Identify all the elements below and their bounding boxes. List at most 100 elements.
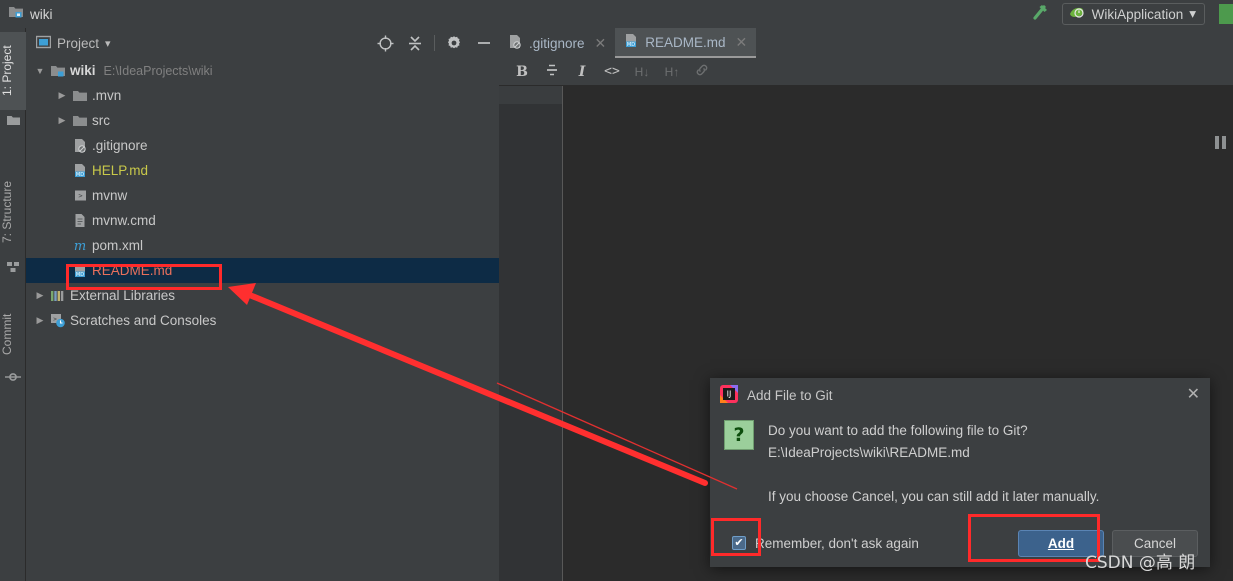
expand-arrow-icon[interactable]: ▼ bbox=[32, 66, 48, 76]
project-view-icon bbox=[35, 35, 52, 52]
strikethrough-icon[interactable] bbox=[542, 62, 562, 81]
run-icon[interactable] bbox=[1219, 4, 1233, 24]
run-configuration-name: WikiApplication bbox=[1091, 6, 1184, 22]
intellij-idea-icon: IJ bbox=[720, 384, 738, 406]
close-icon[interactable]: ✕ bbox=[595, 35, 607, 52]
select-opened-file-icon[interactable] bbox=[370, 28, 400, 58]
gitignore-file-icon bbox=[70, 138, 90, 153]
collapse-all-icon[interactable] bbox=[400, 28, 430, 58]
folder-icon bbox=[70, 89, 90, 103]
editor-tab-gitignore[interactable]: .gitignore ✕ bbox=[499, 28, 615, 58]
project-panel-title[interactable]: Project bbox=[57, 36, 99, 51]
add-button-label: Add bbox=[1047, 535, 1075, 551]
tree-row-gitignore[interactable]: .gitignore bbox=[26, 133, 499, 158]
dialog-message-line2: E:\IdeaProjects\wiki\README.md bbox=[768, 445, 970, 460]
sidebar-item-label: Commit bbox=[0, 313, 14, 355]
editor-current-line bbox=[499, 86, 562, 104]
svg-text:MD: MD bbox=[75, 172, 83, 178]
tree-row-mvn[interactable]: ▶ .mvn bbox=[26, 83, 499, 108]
markdown-toolbar: B I <> H↓ H↑ bbox=[499, 58, 1233, 86]
sidebar-item-project[interactable]: 1: Project bbox=[0, 32, 26, 110]
tree-label: mvnw bbox=[92, 188, 128, 203]
sidebar-item-structure[interactable]: 7: Structure bbox=[0, 166, 26, 258]
heading-decrease-icon[interactable]: H↓ bbox=[632, 65, 652, 79]
sidebar-item-commit[interactable]: Commit bbox=[0, 300, 26, 368]
tree-row-scratches-and-consoles[interactable]: ▶ > Scratches and Consoles bbox=[26, 308, 499, 333]
svg-text:m: m bbox=[74, 239, 86, 253]
hide-panel-icon[interactable] bbox=[469, 28, 499, 58]
window-title: wiki bbox=[30, 6, 53, 22]
title-bar: wiki WikiApplication ▾ bbox=[0, 0, 1233, 28]
folder-icon bbox=[70, 114, 90, 128]
remember-checkbox[interactable]: ✔ bbox=[732, 536, 746, 550]
svg-text:MD: MD bbox=[627, 42, 635, 48]
toolbar-divider bbox=[434, 35, 435, 51]
dialog-message: Do you want to add the following file to… bbox=[768, 420, 1099, 508]
code-icon[interactable]: <> bbox=[602, 64, 622, 79]
tree-label: .gitignore bbox=[92, 138, 148, 153]
tree-label: mvnw.cmd bbox=[92, 213, 156, 228]
editor-tab-label: .gitignore bbox=[529, 35, 585, 51]
shell-script-icon: > bbox=[70, 188, 90, 203]
settings-gear-icon[interactable] bbox=[439, 28, 469, 58]
chevron-down-icon[interactable]: ▾ bbox=[105, 37, 111, 50]
tree-row-wiki[interactable]: ▼ wiki E:\IdeaProjects\wiki bbox=[26, 58, 499, 83]
ide-window: wiki WikiApplication ▾ 1: Project 7: Str… bbox=[0, 0, 1233, 581]
heading-increase-icon[interactable]: H↑ bbox=[662, 65, 682, 79]
markdown-file-icon: MD bbox=[70, 263, 90, 278]
expand-arrow-icon[interactable]: ▶ bbox=[54, 90, 70, 101]
editor-tab-label: README.md bbox=[645, 34, 726, 50]
spring-boot-icon bbox=[1069, 5, 1086, 23]
commit-icon bbox=[0, 370, 26, 388]
external-libraries-icon bbox=[48, 289, 68, 303]
editor-tab-bar: .gitignore ✕ MD README.md ✕ bbox=[499, 28, 1233, 58]
hammer-icon[interactable] bbox=[1030, 1, 1052, 28]
editor-tab-readme[interactable]: MD README.md ✕ bbox=[615, 28, 757, 58]
expand-arrow-icon[interactable]: ▶ bbox=[54, 115, 70, 126]
project-panel-toolbar bbox=[370, 28, 499, 58]
tree-label: Scratches and Consoles bbox=[70, 313, 217, 328]
tree-row-external-libraries[interactable]: ▶ External Libraries bbox=[26, 283, 499, 308]
dialog-body: ? Do you want to add the following file … bbox=[710, 412, 1210, 508]
close-icon[interactable]: ✕ bbox=[736, 34, 748, 51]
expand-arrow-icon[interactable]: ▶ bbox=[32, 315, 48, 326]
tree-label: .mvn bbox=[92, 88, 122, 103]
text-file-icon bbox=[70, 213, 90, 228]
tree-label: src bbox=[92, 113, 110, 128]
bold-icon[interactable]: B bbox=[512, 64, 532, 80]
module-folder-icon bbox=[48, 64, 68, 78]
scratches-icon: > bbox=[48, 313, 68, 328]
sidebar-item-label: 1: Project bbox=[0, 45, 14, 97]
tree-row-pom-xml[interactable]: m pom.xml bbox=[26, 233, 499, 258]
italic-icon[interactable]: I bbox=[572, 64, 592, 80]
tree-label: wiki bbox=[70, 63, 96, 78]
title-bar-left: wiki bbox=[0, 5, 53, 24]
tree-row-help-md[interactable]: MD HELP.md bbox=[26, 158, 499, 183]
close-icon[interactable]: ✕ bbox=[1187, 387, 1200, 403]
project-folder-icon bbox=[8, 5, 24, 24]
expand-arrow-icon[interactable]: ▶ bbox=[32, 290, 48, 301]
project-tree: ▼ wiki E:\IdeaProjects\wiki ▶ .mvn ▶ src… bbox=[26, 58, 499, 333]
editor-caret-line bbox=[562, 86, 563, 581]
csdn-watermark: CSDN @高 朗 bbox=[1085, 553, 1196, 573]
maven-pom-icon: m bbox=[70, 238, 90, 253]
editor-gutter bbox=[499, 86, 562, 581]
project-panel-header: Project ▾ bbox=[26, 28, 499, 58]
tree-row-mvnw[interactable]: > mvnw bbox=[26, 183, 499, 208]
project-tool-window: Project ▾ ▼ wiki E:\IdeaProjects\wiki ▶ … bbox=[26, 28, 499, 581]
dialog-message-line1: Do you want to add the following file to… bbox=[768, 423, 1028, 438]
markdown-file-icon: MD bbox=[624, 33, 639, 51]
dialog-title-bar: IJ Add File to Git ✕ bbox=[710, 378, 1210, 412]
link-icon[interactable] bbox=[692, 62, 712, 81]
remember-checkbox-label[interactable]: Remember, don't ask again bbox=[755, 536, 919, 551]
run-configuration-selector[interactable]: WikiApplication ▾ bbox=[1061, 3, 1205, 25]
svg-text:MD: MD bbox=[75, 272, 83, 278]
tree-row-src[interactable]: ▶ src bbox=[26, 108, 499, 133]
add-file-to-git-dialog: IJ Add File to Git ✕ ? Do you want to ad… bbox=[710, 378, 1210, 567]
tree-row-mvnw-cmd[interactable]: mvnw.cmd bbox=[26, 208, 499, 233]
project-folder-icon bbox=[0, 114, 26, 132]
dialog-title: Add File to Git bbox=[747, 387, 833, 403]
tree-row-readme-md[interactable]: MD README.md bbox=[26, 258, 499, 283]
chevron-down-icon: ▾ bbox=[1189, 6, 1196, 21]
scrollbar-thumb[interactable] bbox=[1215, 136, 1229, 149]
